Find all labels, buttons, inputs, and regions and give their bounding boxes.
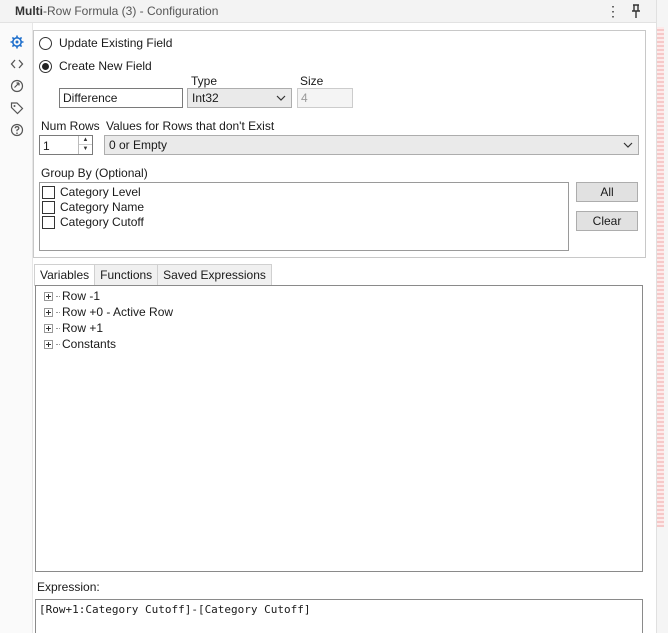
- canvas-stripe: [657, 27, 664, 527]
- tab-saved-expressions[interactable]: Saved Expressions: [157, 264, 272, 285]
- group-field-label: Category Cutoff: [60, 215, 144, 229]
- expand-icon[interactable]: [44, 323, 53, 333]
- help-icon[interactable]: [10, 123, 24, 137]
- checkbox[interactable]: [42, 215, 55, 229]
- stepper-buttons: ▲ ▼: [78, 136, 92, 154]
- chevron-down-icon: [276, 95, 286, 101]
- more-options-icon[interactable]: ⋮: [606, 2, 620, 20]
- code-brackets-icon[interactable]: [10, 57, 24, 71]
- tree-item-row-plus-1[interactable]: Row +1: [44, 320, 103, 336]
- left-toolbar: [0, 23, 33, 633]
- tag-icon[interactable]: [10, 101, 24, 115]
- nonexist-value: 0 or Empty: [109, 138, 168, 152]
- all-button[interactable]: All: [576, 182, 638, 202]
- create-new-label: Create New Field: [59, 59, 152, 73]
- group-field-label: Category Name: [60, 200, 145, 214]
- chevron-down-icon: [623, 142, 633, 148]
- tree-item-label: Constants: [62, 337, 117, 351]
- window-title: Multi-Row Formula (3) - Configuration: [15, 4, 219, 18]
- tree-item-label: Row +0 - Active Row: [62, 305, 174, 319]
- expand-icon[interactable]: [44, 307, 53, 317]
- checkbox[interactable]: [42, 185, 55, 199]
- group-by-list[interactable]: Category Level Category Name Category Cu…: [39, 182, 569, 251]
- gear-icon[interactable]: [10, 35, 24, 49]
- checkbox[interactable]: [42, 200, 55, 214]
- num-rows-value: 1: [43, 139, 50, 153]
- tab-functions[interactable]: Functions: [94, 264, 159, 285]
- num-rows-label: Num Rows: [41, 119, 100, 133]
- tree-item-label: Row +1: [62, 321, 104, 335]
- stepper-up-icon[interactable]: ▲: [79, 136, 92, 145]
- annotation-icon[interactable]: [10, 79, 24, 93]
- tree-item-row-minus-1[interactable]: Row -1: [44, 288, 100, 304]
- field-name-input[interactable]: Difference: [59, 88, 183, 108]
- radio-circle-selected[interactable]: [39, 59, 52, 73]
- list-item[interactable]: Category Name: [42, 200, 144, 214]
- pin-icon[interactable]: [629, 3, 643, 19]
- create-new-radio[interactable]: Create New Field: [39, 59, 152, 73]
- radio-circle[interactable]: [39, 36, 52, 50]
- type-dropdown[interactable]: Int32: [187, 88, 292, 108]
- list-item[interactable]: Category Cutoff: [42, 215, 144, 229]
- expand-icon[interactable]: [44, 339, 53, 349]
- update-existing-radio[interactable]: Update Existing Field: [39, 36, 172, 50]
- type-value: Int32: [192, 91, 219, 105]
- tree-item-row-active[interactable]: Row +0 - Active Row: [44, 304, 173, 320]
- expression-editor[interactable]: [Row+1:Category Cutoff]-[Category Cutoff…: [35, 599, 643, 633]
- expand-icon[interactable]: [44, 291, 53, 301]
- clear-button[interactable]: Clear: [576, 211, 638, 231]
- title-bar: Multi-Row Formula (3) - Configuration ⋮: [0, 0, 656, 23]
- update-existing-label: Update Existing Field: [59, 36, 173, 50]
- tab-variables[interactable]: Variables: [34, 264, 96, 286]
- group-field-label: Category Level: [60, 185, 141, 199]
- variables-tree[interactable]: Row -1 Row +0 - Active Row Row +1 Consta…: [35, 285, 643, 572]
- stepper-down-icon[interactable]: ▼: [79, 145, 92, 154]
- tree-item-constants[interactable]: Constants: [44, 336, 116, 352]
- nonexist-label: Values for Rows that don't Exist: [106, 119, 275, 133]
- tab-strip: Variables Functions Saved Expressions: [34, 264, 272, 286]
- num-rows-stepper[interactable]: 1 ▲ ▼: [39, 135, 93, 155]
- type-label: Type: [191, 74, 218, 88]
- tree-item-label: Row -1: [62, 289, 101, 303]
- size-label: Size: [300, 74, 324, 88]
- configuration-panel: Update Existing Field Create New Field T…: [33, 30, 646, 258]
- expression-label: Expression:: [37, 580, 100, 594]
- list-item[interactable]: Category Level: [42, 185, 141, 199]
- group-by-label: Group By (Optional): [41, 166, 148, 180]
- nonexist-dropdown[interactable]: 0 or Empty: [104, 135, 639, 155]
- size-input: 4: [297, 88, 353, 108]
